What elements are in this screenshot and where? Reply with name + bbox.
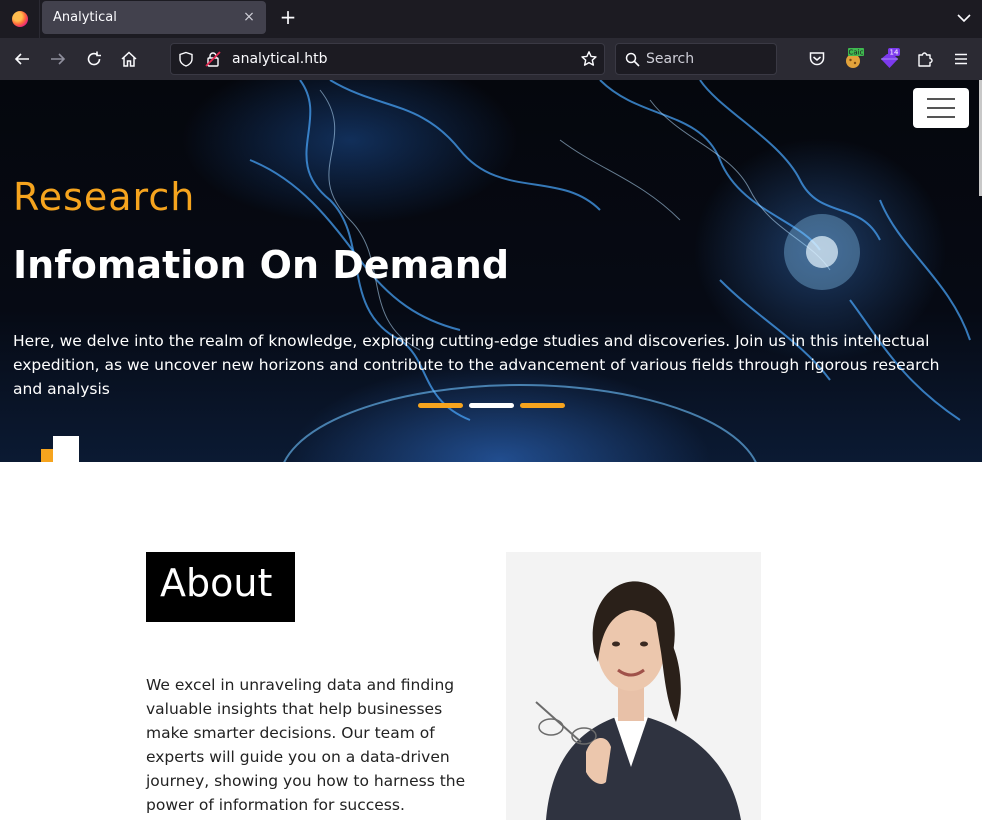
insecure-lock-icon[interactable] [205,51,221,67]
about-heading: About [160,561,273,605]
tab-close-button[interactable]: × [240,7,258,27]
search-placeholder: Search [646,51,695,67]
pocket-icon [809,52,825,66]
home-button[interactable] [116,46,142,72]
businesswoman-image [506,552,761,820]
extension-badge-caic: Caic [849,49,864,57]
businesswoman-photo [506,552,761,820]
arrow-left-icon [14,53,29,65]
firefox-icon [11,11,28,27]
url-text[interactable]: analytical.htb [232,51,327,67]
carousel-indicator-3[interactable] [520,403,565,408]
pocket-button[interactable] [804,46,830,72]
extensions-button[interactable] [912,46,938,72]
toggle-bar [927,116,955,118]
carousel-indicator-1[interactable] [418,403,463,408]
firefox-view-button[interactable] [0,0,40,38]
home-icon [121,51,137,67]
new-tab-button[interactable]: + [276,6,300,30]
reload-icon [87,51,101,66]
hero-banner: Research Infomation On Demand Here, we d… [0,80,982,462]
forward-button[interactable] [45,46,71,72]
url-bar[interactable]: analytical.htb [170,43,605,75]
puzzle-icon [918,52,933,67]
search-bar[interactable]: Search [615,43,777,75]
carousel-indicator-2[interactable] [469,403,514,408]
app-menu-button[interactable] [948,46,974,72]
tab-title: Analytical [53,10,117,25]
chevron-down-icon [957,14,971,23]
hero-description: Here, we delve into the realm of knowled… [13,332,940,398]
hamburger-icon [955,53,967,65]
star-icon[interactable] [580,50,598,68]
hero-title: Infomation On Demand [13,243,510,287]
arrow-right-icon [51,53,66,65]
gem-extension-icon: 14 [881,48,900,68]
toggle-bar [927,98,955,100]
reload-button[interactable] [81,46,107,72]
extension-gem-button[interactable]: 14 [876,46,902,72]
extension-cookie-button[interactable]: Caic [840,46,866,72]
cookie-extension-icon: Caic [846,48,864,68]
extension-badge-count: 14 [890,49,899,57]
shield-icon[interactable] [178,51,194,67]
back-button[interactable] [9,46,35,72]
tab-analytical[interactable]: Analytical × [42,1,266,34]
navigation-toolbar: analytical.htb Search Caic 14 [0,38,982,80]
about-heading-box: About [146,552,295,622]
site-logo [41,436,81,462]
tab-strip: Analytical × + [0,0,982,38]
search-icon [625,52,640,67]
hero-subtitle: Research [13,175,196,219]
list-all-tabs-button[interactable] [954,8,974,28]
toggle-bar [927,107,955,109]
navbar-toggle-button[interactable] [913,88,969,128]
carousel-indicators [418,403,565,408]
about-description: We excel in unraveling data and finding … [146,676,466,814]
